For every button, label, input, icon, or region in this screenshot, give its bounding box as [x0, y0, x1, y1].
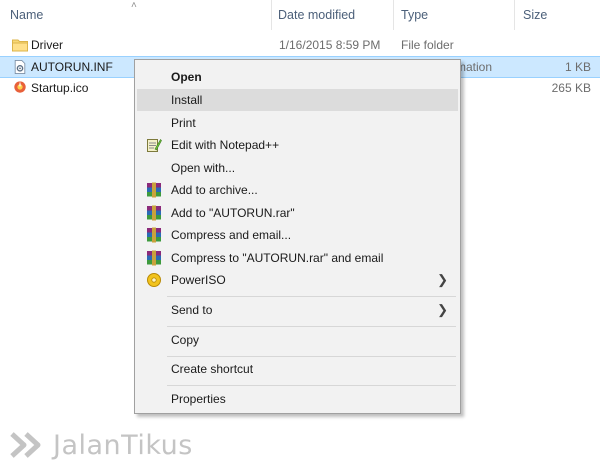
poweriso-icon — [147, 273, 161, 287]
menu-item-label: Compress and email... — [171, 228, 292, 242]
menu-item-label: Print — [171, 116, 196, 130]
file-size: 265 KB — [551, 81, 591, 95]
menu-item-label: Copy — [171, 333, 200, 347]
menu-item-label: Create shortcut — [171, 362, 254, 376]
file-name: Driver — [31, 38, 63, 52]
file-date-modified: 1/16/2015 8:59 PM — [279, 38, 381, 52]
file-name: AUTORUN.INF — [31, 60, 113, 74]
menu-item-compress-and-email[interactable]: Compress and email... — [137, 224, 458, 246]
column-header-bar: Name ˄ Date modified Type Size — [0, 0, 600, 30]
winrar-icon — [147, 227, 161, 243]
file-type: File folder — [401, 38, 454, 52]
column-header-date-modified[interactable]: Date modified — [268, 0, 392, 30]
menu-item-label: Open with... — [171, 161, 236, 175]
menu-item-label: Open — [171, 70, 202, 84]
menu-item-copy[interactable]: Copy — [137, 329, 458, 351]
menu-item-open[interactable]: Open — [137, 66, 458, 88]
winrar-icon — [147, 205, 161, 221]
menu-separator — [167, 385, 456, 386]
menu-separator — [167, 356, 456, 357]
winrar-icon — [147, 250, 161, 266]
menu-item-properties[interactable]: Properties — [137, 388, 458, 410]
ico-file-icon — [14, 81, 26, 93]
sort-ascending-icon: ˄ — [131, 0, 137, 11]
winrar-icon — [147, 182, 161, 198]
menu-separator — [167, 326, 456, 327]
file-row-driver[interactable]: Driver 1/16/2015 8:59 PM File folder — [0, 34, 600, 56]
menu-item-label: Install — [171, 93, 203, 107]
settings-file-icon — [14, 60, 26, 74]
watermark-text: JalanTikus — [53, 430, 193, 461]
menu-item-add-to-archive[interactable]: Add to archive... — [137, 179, 458, 201]
menu-item-edit-with-notepad-plus-plus[interactable]: Edit with Notepad++ — [137, 134, 458, 156]
menu-item-print[interactable]: Print — [137, 112, 458, 134]
chevron-right-icon: ❯ — [437, 302, 448, 317]
column-header-size[interactable]: Size — [513, 0, 600, 30]
chevron-right-icon: ❯ — [437, 272, 448, 287]
column-header-type[interactable]: Type — [391, 0, 509, 30]
menu-separator — [167, 296, 456, 297]
folder-icon — [12, 39, 28, 52]
menu-item-compress-to-autorun-rar-and-email[interactable]: Compress to "AUTORUN.rar" and email — [137, 247, 458, 269]
context-menu: Open Install Print Edit with Notepad++ O… — [134, 59, 461, 414]
menu-item-label: Send to — [171, 303, 213, 317]
file-name: Startup.ico — [31, 81, 89, 95]
notepad-plus-plus-icon — [147, 139, 162, 152]
file-size: 1 KB — [564, 60, 591, 74]
menu-item-create-shortcut[interactable]: Create shortcut — [137, 358, 458, 380]
menu-item-label: Edit with Notepad++ — [171, 138, 280, 152]
menu-item-label: Compress to "AUTORUN.rar" and email — [171, 251, 384, 265]
menu-item-label: Properties — [171, 392, 226, 406]
menu-item-label: PowerISO — [171, 273, 226, 287]
menu-item-add-to-autorun-rar[interactable]: Add to "AUTORUN.rar" — [137, 202, 458, 224]
jalantikus-logo-icon — [10, 432, 41, 458]
menu-item-label: Add to "AUTORUN.rar" — [171, 206, 295, 220]
menu-item-label: Add to archive... — [171, 183, 258, 197]
menu-item-install[interactable]: Install — [137, 89, 458, 111]
menu-item-send-to[interactable]: Send to ❯ — [137, 299, 458, 321]
menu-item-open-with[interactable]: Open with... — [137, 157, 458, 179]
menu-item-poweriso[interactable]: PowerISO ❯ — [137, 269, 458, 291]
